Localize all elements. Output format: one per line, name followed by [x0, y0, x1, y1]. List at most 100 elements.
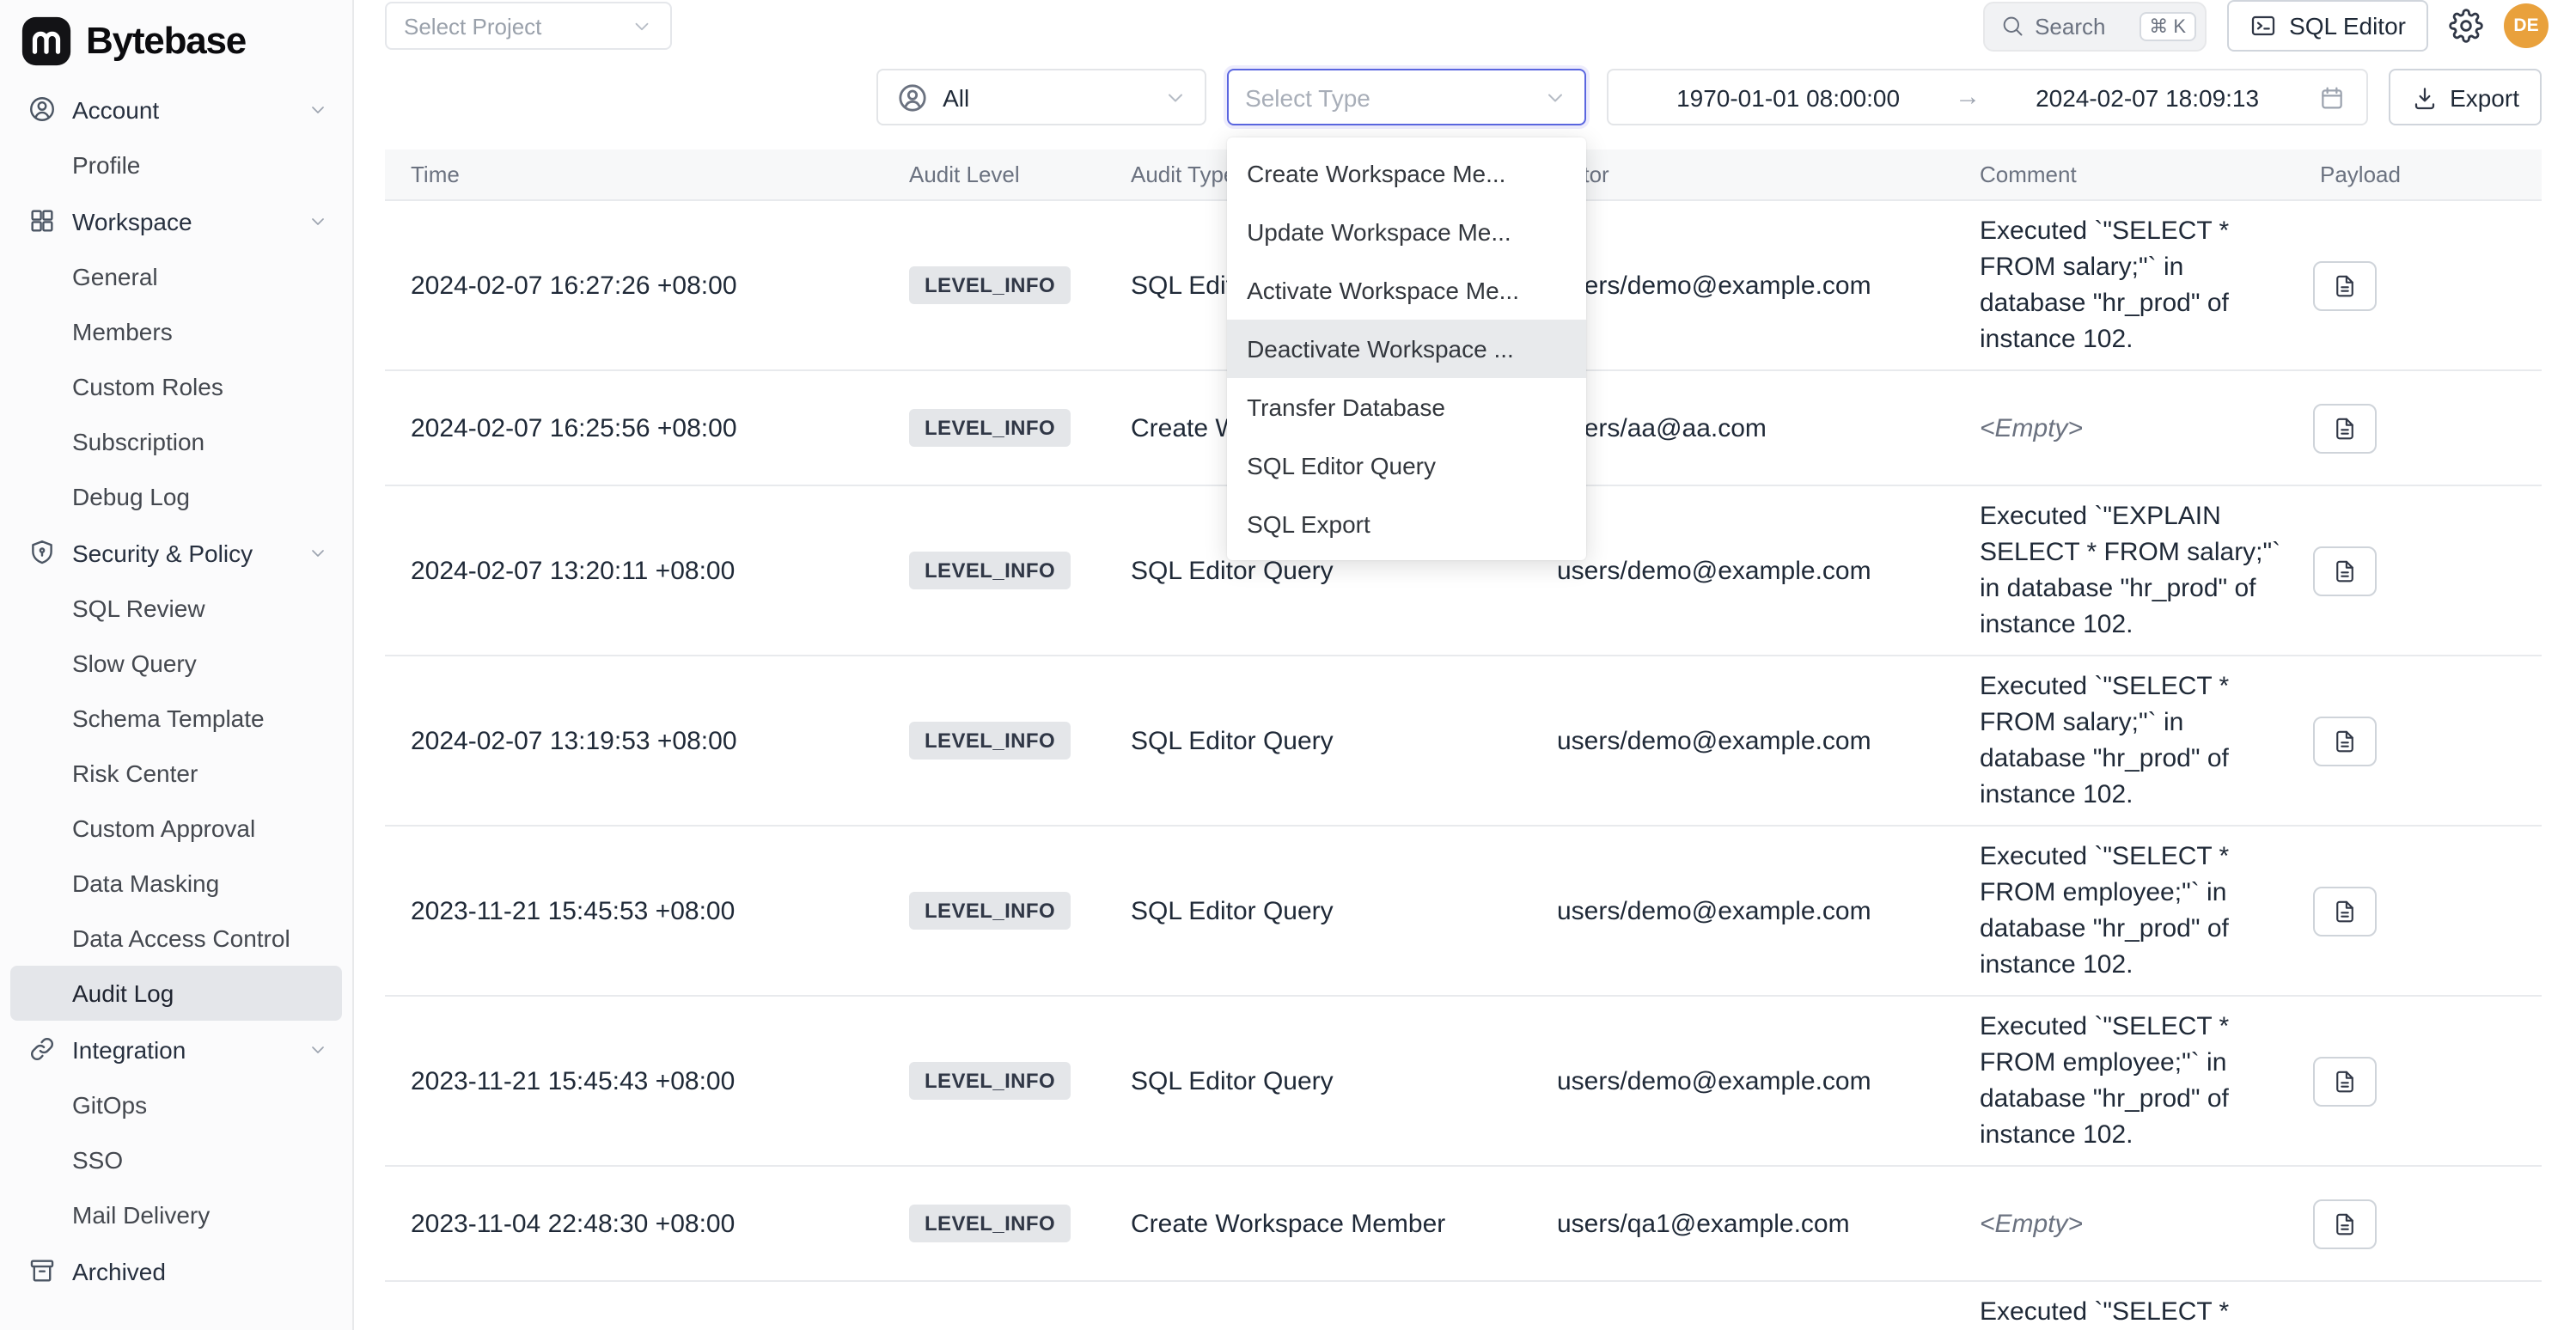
sidebar-item-mail-delivery[interactable]: Mail Delivery: [10, 1187, 342, 1242]
sidebar-item-gitops[interactable]: GitOps: [10, 1077, 342, 1132]
sidebar-section-label: Integration: [72, 1035, 186, 1063]
gear-icon[interactable]: [2449, 9, 2483, 43]
sidebar-item-audit-log[interactable]: Audit Log: [10, 966, 342, 1021]
brand[interactable]: Bytebase: [0, 0, 352, 77]
sidebar-item-data-access-control[interactable]: Data Access Control: [10, 911, 342, 966]
sidebar-section-security-policy[interactable]: Security & Policy: [10, 524, 342, 581]
sidebar-nav: AccountProfileWorkspaceGeneralMembersCus…: [0, 77, 352, 1299]
topbar-right: Search ⌘ K SQL Editor DE: [1983, 0, 2549, 52]
payload-button[interactable]: [2313, 260, 2377, 310]
audit-level-cell: LEVEL_INFO: [909, 409, 1131, 447]
column-header-actor: Actor: [1557, 162, 1980, 187]
payload-cell: [2313, 546, 2542, 595]
sidebar-item-custom-roles[interactable]: Custom Roles: [10, 359, 342, 414]
download-icon: [2410, 83, 2438, 111]
project-select[interactable]: Select Project: [385, 2, 672, 50]
dropdown-item-create-workspace-me[interactable]: Create Workspace Me...: [1226, 144, 1585, 203]
avatar[interactable]: DE: [2504, 3, 2549, 48]
actor-cell: users/demo@example.com: [1557, 896, 1980, 925]
payload-button[interactable]: [2313, 886, 2377, 936]
actor-cell: users/demo@example.com: [1557, 726, 1980, 755]
table-row: 2023-11-04 22:48:30 +08:00LEVEL_INFOCrea…: [385, 1167, 2542, 1282]
comment-cell: Executed `"SELECT * FROM employee;"` in …: [1980, 1009, 2313, 1153]
column-header-time: Time: [385, 162, 909, 187]
sidebar-section-archived[interactable]: Archived: [10, 1242, 342, 1299]
chevron-down-icon: [1163, 85, 1187, 109]
type-filter-placeholder: Select Type: [1245, 83, 1370, 111]
dropdown-item-activate-workspace-me[interactable]: Activate Workspace Me...: [1226, 261, 1585, 320]
user-avatar-icon: [894, 80, 929, 114]
sidebar-item-sso[interactable]: SSO: [10, 1132, 342, 1187]
export-label: Export: [2450, 83, 2519, 111]
sidebar-item-risk-center[interactable]: Risk Center: [10, 746, 342, 801]
comment-cell: <Empty>: [1980, 410, 2313, 446]
sidebar-item-slow-query[interactable]: Slow Query: [10, 636, 342, 691]
payload-button[interactable]: [2313, 1056, 2377, 1106]
type-filter-select[interactable]: Select Type: [1226, 69, 1585, 125]
chevron-down-icon: [631, 15, 653, 37]
sidebar-section-workspace[interactable]: Workspace: [10, 192, 342, 249]
audit-level-cell: LEVEL_INFO: [909, 892, 1131, 930]
search-shortcut: ⌘ K: [2139, 11, 2196, 40]
filter-bar: All Select Type Create Workspace Me...Up…: [354, 52, 2576, 149]
sidebar: Bytebase AccountProfileWorkspaceGeneralM…: [0, 0, 354, 1330]
date-from: 1970-01-01 08:00:00: [1628, 83, 1948, 111]
actor-cell: users/demo@example.com: [1557, 271, 1980, 300]
payload-button[interactable]: [2313, 716, 2377, 766]
sidebar-item-profile[interactable]: Profile: [10, 137, 342, 192]
dropdown-item-update-workspace-me[interactable]: Update Workspace Me...: [1226, 203, 1585, 261]
user-circle-icon: [27, 95, 57, 124]
comment-cell: <Empty>: [1980, 1205, 2313, 1242]
audit-type-cell: SQL Editor Query: [1131, 556, 1557, 585]
payload-button[interactable]: [2313, 546, 2377, 595]
audit-type-cell: Create Workspace Member: [1131, 1209, 1557, 1238]
calendar-icon: [2317, 83, 2345, 111]
level-badge: LEVEL_INFO: [909, 266, 1071, 304]
export-button[interactable]: Export: [2388, 69, 2542, 125]
sidebar-section-label: Workspace: [72, 207, 192, 235]
payload-cell: [2313, 886, 2542, 936]
file-text-icon: [2332, 558, 2358, 583]
table-row: 2023-11-21 15:45:53 +08:00LEVEL_INFOSQL …: [385, 827, 2542, 997]
dropdown-item-sql-export[interactable]: SQL Export: [1226, 495, 1585, 553]
time-cell: 2023-11-21 15:45:43 +08:00: [385, 1066, 909, 1095]
payload-button[interactable]: [2313, 1199, 2377, 1248]
sidebar-item-subscription[interactable]: Subscription: [10, 414, 342, 469]
table-row: 2023-11-04 21:26:34 +08:00LEVEL_INFOSQL …: [385, 1282, 2542, 1330]
sidebar-item-custom-approval[interactable]: Custom Approval: [10, 801, 342, 856]
column-header-comment: Comment: [1980, 156, 2313, 192]
sidebar-item-data-masking[interactable]: Data Masking: [10, 856, 342, 911]
link-icon: [27, 1034, 57, 1064]
sidebar-item-members[interactable]: Members: [10, 304, 342, 359]
actor-cell: users/demo@example.com: [1557, 1066, 1980, 1095]
date-range-picker[interactable]: 1970-01-01 08:00:00 → 2024-02-07 18:09:1…: [1606, 69, 2367, 125]
level-badge: LEVEL_INFO: [909, 1205, 1071, 1242]
topbar: Select Project Search ⌘ K SQL Editor DE: [354, 0, 2576, 52]
sidebar-section-label: Security & Policy: [72, 539, 253, 566]
dropdown-item-transfer-database[interactable]: Transfer Database: [1226, 378, 1585, 436]
search-input[interactable]: Search ⌘ K: [1983, 1, 2207, 51]
comment-cell: Executed `"EXPLAIN SELECT * FROM salary;…: [1980, 498, 2313, 643]
sidebar-item-debug-log[interactable]: Debug Log: [10, 469, 342, 524]
main-content: Select Project Search ⌘ K SQL Editor DE: [354, 0, 2576, 1330]
comment-cell: Executed `"SELECT * FROM salary;"` in da…: [1980, 213, 2313, 357]
sidebar-section-account[interactable]: Account: [10, 81, 342, 137]
type-filter: Select Type Create Workspace Me...Update…: [1226, 69, 1585, 125]
sql-editor-button[interactable]: SQL Editor: [2227, 0, 2428, 52]
table-row: 2024-02-07 13:19:53 +08:00LEVEL_INFOSQL …: [385, 656, 2542, 827]
sidebar-item-sql-review[interactable]: SQL Review: [10, 581, 342, 636]
bytebase-logo-icon: [21, 15, 72, 67]
dropdown-item-deactivate-workspace[interactable]: Deactivate Workspace ...: [1226, 320, 1585, 378]
sidebar-item-general[interactable]: General: [10, 249, 342, 304]
search-icon: [2000, 14, 2024, 38]
sidebar-section-integration[interactable]: Integration: [10, 1021, 342, 1077]
time-cell: 2024-02-07 16:27:26 +08:00: [385, 271, 909, 300]
payload-button[interactable]: [2313, 403, 2377, 453]
comment-cell: Executed `"SELECT * FROM salary;"` in da…: [1980, 668, 2313, 813]
user-filter-select[interactable]: All: [876, 69, 1206, 125]
sidebar-section-label: Account: [72, 95, 159, 123]
file-text-icon: [2332, 898, 2358, 924]
sidebar-item-schema-template[interactable]: Schema Template: [10, 691, 342, 746]
dropdown-item-sql-editor-query[interactable]: SQL Editor Query: [1226, 436, 1585, 495]
page: Bytebase AccountProfileWorkspaceGeneralM…: [0, 0, 2576, 1330]
